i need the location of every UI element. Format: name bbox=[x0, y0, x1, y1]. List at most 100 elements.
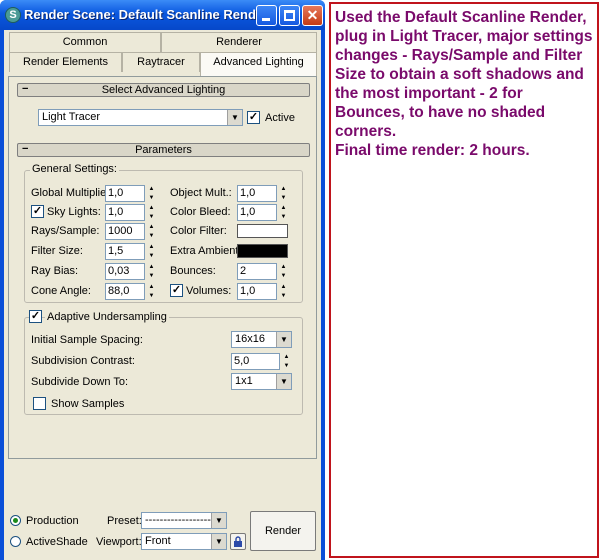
rays-sample-spinner[interactable]: ▲ ▼ bbox=[147, 223, 156, 240]
subdivision-contrast-spinner[interactable]: ▲ ▼ bbox=[282, 353, 291, 370]
spinner-down-icon: ▼ bbox=[280, 293, 287, 299]
active-label: Active bbox=[265, 112, 295, 124]
tab-render-elements[interactable]: Render Elements bbox=[9, 52, 122, 72]
spinner-down-icon: ▼ bbox=[148, 214, 155, 220]
activeshade-label: ActiveShade bbox=[26, 536, 88, 548]
spinner-up-icon: ▲ bbox=[148, 205, 155, 211]
maximize-button[interactable] bbox=[279, 5, 300, 26]
global-multiplier-field[interactable]: 1,0 bbox=[105, 185, 145, 202]
volumes-spinner[interactable]: ▲ ▼ bbox=[279, 283, 288, 300]
spinner-down-icon: ▼ bbox=[148, 273, 155, 279]
color-bleed-spinner[interactable]: ▲ ▼ bbox=[279, 204, 288, 221]
tab-row-2: Render Elements Raytracer Advanced Light… bbox=[4, 52, 321, 76]
ray-bias-spinner[interactable]: ▲ ▼ bbox=[147, 263, 156, 280]
spinner-up-icon: ▲ bbox=[148, 284, 155, 290]
bounces-spinner[interactable]: ▲ ▼ bbox=[279, 263, 288, 280]
lock-icon bbox=[234, 536, 242, 547]
minimize-icon bbox=[262, 18, 270, 21]
filter-size-spinner[interactable]: ▲ ▼ bbox=[147, 243, 156, 260]
close-button[interactable]: ✕ bbox=[302, 5, 323, 26]
extra-ambient-label: Extra Ambient: bbox=[170, 245, 242, 257]
sky-lights-spinner[interactable]: ▲ ▼ bbox=[147, 204, 156, 221]
chevron-down-icon: ▼ bbox=[276, 374, 291, 389]
general-settings-title: General Settings: bbox=[30, 163, 119, 175]
window-title: Render Scene: Default Scanline Rende... bbox=[24, 7, 274, 22]
subdivision-contrast-field[interactable]: 5,0 bbox=[231, 353, 280, 370]
3dsmax-s-icon: S bbox=[5, 7, 21, 23]
sky-lights-checkbox[interactable]: ✓ bbox=[31, 205, 44, 218]
activeshade-radio[interactable] bbox=[10, 536, 21, 547]
title-bar[interactable]: S Render Scene: Default Scanline Rende..… bbox=[0, 0, 325, 30]
color-filter-swatch[interactable] bbox=[237, 224, 288, 238]
tab-renderer[interactable]: Renderer bbox=[161, 32, 317, 52]
chevron-down-icon: ▼ bbox=[211, 513, 226, 528]
rollout-title: Parameters bbox=[135, 144, 192, 156]
chevron-down-icon: ▼ bbox=[211, 534, 226, 549]
global-multiplier-spinner[interactable]: ▲ ▼ bbox=[147, 185, 156, 202]
show-samples-checkbox[interactable] bbox=[33, 397, 46, 410]
close-icon: ✕ bbox=[306, 7, 319, 23]
lighting-plugin-dropdown[interactable]: Light Tracer ▼ bbox=[38, 109, 243, 126]
viewport-dropdown[interactable]: Front ▼ bbox=[141, 533, 227, 550]
chevron-down-icon: ▼ bbox=[227, 110, 242, 125]
rollout-title: Select Advanced Lighting bbox=[101, 84, 226, 96]
adaptive-undersampling-checkbox[interactable]: ✓ bbox=[29, 310, 42, 323]
color-filter-label: Color Filter: bbox=[170, 225, 227, 237]
cone-angle-field[interactable]: 88,0 bbox=[105, 283, 145, 300]
extra-ambient-swatch[interactable] bbox=[237, 244, 288, 258]
ray-bias-field[interactable]: 0,03 bbox=[105, 263, 145, 280]
advanced-lighting-panel: − Select Advanced Lighting Light Tracer … bbox=[8, 76, 317, 459]
parameters-rollout[interactable]: − Parameters bbox=[17, 143, 310, 157]
color-bleed-field[interactable]: 1,0 bbox=[237, 204, 277, 221]
dialog-client-area: Common Renderer Render Elements Raytrace… bbox=[4, 30, 321, 560]
tab-raytracer[interactable]: Raytracer bbox=[122, 52, 200, 72]
spinner-up-icon: ▲ bbox=[148, 244, 155, 250]
spinner-down-icon: ▼ bbox=[280, 195, 287, 201]
volumes-checkbox[interactable]: ✓ bbox=[170, 284, 183, 297]
initial-sample-spacing-value: 16x16 bbox=[235, 333, 265, 345]
active-checkbox[interactable]: ✓ bbox=[247, 111, 260, 124]
tab-advanced-lighting[interactable]: Advanced Lighting bbox=[200, 52, 317, 76]
filter-size-field[interactable]: 1,5 bbox=[105, 243, 145, 260]
viewport-label: Viewport: bbox=[96, 536, 142, 548]
spinner-down-icon: ▼ bbox=[148, 253, 155, 259]
rays-sample-field[interactable]: 1000 bbox=[105, 223, 145, 240]
cone-angle-label: Cone Angle: bbox=[31, 285, 91, 297]
spinner-up-icon: ▲ bbox=[280, 284, 287, 290]
spinner-down-icon: ▼ bbox=[280, 273, 287, 279]
global-multiplier-label: Global Multiplier: bbox=[31, 187, 113, 199]
lock-viewport-button[interactable] bbox=[230, 533, 246, 550]
show-samples-label: Show Samples bbox=[51, 398, 125, 410]
production-label: Production bbox=[26, 515, 79, 527]
subdivide-down-to-dropdown[interactable]: 1x1 ▼ bbox=[231, 373, 292, 390]
subdivide-down-to-value: 1x1 bbox=[235, 375, 253, 387]
tab-common[interactable]: Common bbox=[9, 32, 161, 52]
render-button[interactable]: Render bbox=[250, 511, 316, 551]
minimize-button[interactable] bbox=[256, 5, 277, 26]
subdivision-contrast-label: Subdivision Contrast: bbox=[31, 355, 135, 367]
filter-size-label: Filter Size: bbox=[31, 245, 83, 257]
spinner-up-icon: ▲ bbox=[148, 264, 155, 270]
object-mult-spinner[interactable]: ▲ ▼ bbox=[279, 185, 288, 202]
subdivide-down-to-label: Subdivide Down To: bbox=[31, 376, 129, 388]
cone-angle-spinner[interactable]: ▲ ▼ bbox=[147, 283, 156, 300]
spinner-down-icon: ▼ bbox=[280, 214, 287, 220]
initial-sample-spacing-dropdown[interactable]: 16x16 ▼ bbox=[231, 331, 292, 348]
object-mult-field[interactable]: 1,0 bbox=[237, 185, 277, 202]
preset-dropdown[interactable]: ---------------------- ▼ bbox=[141, 512, 227, 529]
lighting-plugin-value: Light Tracer bbox=[42, 111, 101, 123]
bounces-field[interactable]: 2 bbox=[237, 263, 277, 280]
production-radio[interactable] bbox=[10, 515, 21, 526]
tab-row-1: Common Renderer bbox=[4, 32, 321, 52]
maximize-icon bbox=[284, 10, 295, 21]
spinner-up-icon: ▲ bbox=[280, 205, 287, 211]
ray-bias-label: Ray Bias: bbox=[31, 265, 79, 277]
annotation-paragraph-1: Used the Default Scanline Render, plug i… bbox=[335, 9, 593, 140]
select-advanced-lighting-rollout[interactable]: − Select Advanced Lighting bbox=[17, 83, 310, 97]
spinner-up-icon: ▲ bbox=[148, 186, 155, 192]
annotation-paragraph-2: Final time render: 2 hours. bbox=[335, 142, 530, 159]
sky-lights-label: Sky Lights: bbox=[47, 206, 101, 218]
initial-sample-spacing-label: Initial Sample Spacing: bbox=[31, 334, 143, 346]
volumes-field[interactable]: 1,0 bbox=[237, 283, 277, 300]
sky-lights-field[interactable]: 1,0 bbox=[105, 204, 145, 221]
